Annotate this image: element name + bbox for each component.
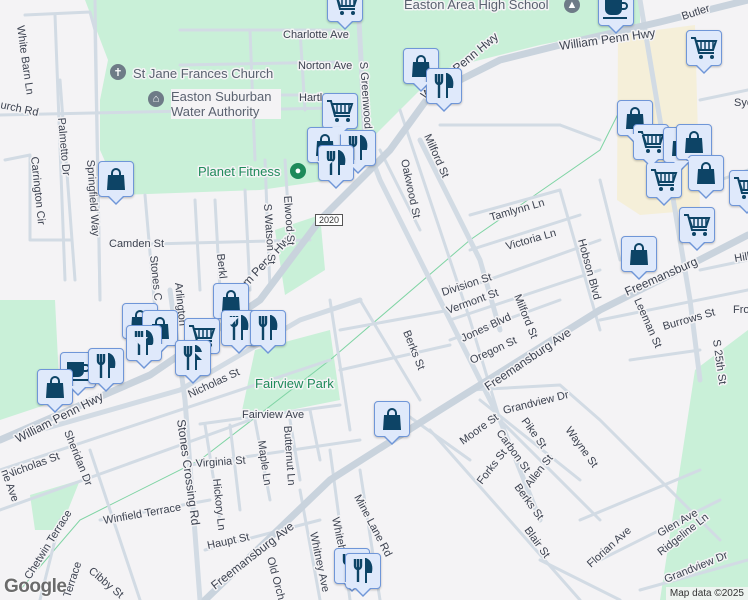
street-label: Cibby St <box>86 565 126 600</box>
shopping-bag-icon <box>628 242 650 266</box>
poi-label-water-authority[interactable]: Easton Suburban Water Authority <box>171 89 281 119</box>
street-label: Winfield Terrace <box>102 501 182 526</box>
shopping-cart-icon <box>326 99 354 123</box>
restaurant-icon <box>352 558 374 584</box>
street-label: Stones C <box>147 255 164 301</box>
street-label: Blair St <box>522 525 553 561</box>
street-label: Maple Ln <box>255 440 273 486</box>
map-marker-cart[interactable] <box>322 93 358 137</box>
restaurant-icon <box>433 73 455 99</box>
street-label: Fairview Ave <box>242 409 304 421</box>
street-label: Charlotte Ave <box>283 29 349 41</box>
street-label: Hill <box>733 250 748 264</box>
street-label: Old Orcha <box>264 556 289 600</box>
street-label: Palmetto Dr <box>55 117 72 176</box>
street-label: Wayne St <box>563 425 600 470</box>
street-label: Virginia St <box>195 455 246 470</box>
street-label: Hartl <box>299 92 322 104</box>
google-logo[interactable]: Google <box>4 576 67 598</box>
map-marker-bag[interactable] <box>98 161 134 205</box>
map-marker-bag[interactable] <box>37 369 73 413</box>
poi-label-high-school[interactable]: Easton Area High School <box>403 0 551 14</box>
shopping-cart-icon <box>733 176 748 200</box>
street-label: Hickory Ln <box>210 478 227 531</box>
map-marker-restaurant[interactable] <box>88 348 124 392</box>
street-label: Syc <box>734 97 748 109</box>
street-label: Whitney Ave <box>307 531 331 593</box>
government-building-icon[interactable]: ⌂ <box>148 91 164 107</box>
map-marker-restaurant[interactable] <box>426 68 462 112</box>
street-label: Whiteh <box>329 516 348 552</box>
street-label: Sheridan Dr <box>61 429 94 488</box>
shopping-bag-icon <box>44 375 66 399</box>
street-label: Moore St <box>458 411 501 447</box>
restaurant-icon <box>257 315 279 341</box>
coffee-cup-icon <box>602 0 630 20</box>
street-label: Camden St <box>109 238 164 250</box>
map-marker-bag[interactable] <box>374 401 410 445</box>
map-marker-coffee[interactable] <box>598 0 634 34</box>
street-label: Fro <box>733 304 748 316</box>
shopping-cart-icon <box>683 213 711 237</box>
street-label: Berkl <box>214 253 229 279</box>
map-marker-cart[interactable] <box>686 30 722 74</box>
street-label: Leeman St <box>631 296 664 349</box>
shopping-bag-icon <box>381 407 403 431</box>
map-marker-cart[interactable] <box>327 0 363 30</box>
route-shield-2020: 2020 <box>315 214 344 226</box>
street-label: Haupt St <box>206 531 250 552</box>
street-label: Grandview Dr <box>502 389 570 417</box>
map-attribution[interactable]: Map data ©2025 <box>665 587 748 600</box>
shopping-cart-icon <box>331 0 359 16</box>
map-marker-cart[interactable] <box>679 207 715 251</box>
street-label: White Barn Ln <box>14 25 36 96</box>
place-pin-icon[interactable]: ● <box>290 163 306 179</box>
street-label: Butler <box>680 2 711 22</box>
shopping-cart-icon <box>690 36 718 60</box>
shopping-bag-icon <box>105 167 127 191</box>
map-marker-bag[interactable] <box>621 236 657 280</box>
poi-label-fitness[interactable]: Planet Fitness <box>197 163 283 181</box>
map-marker-restaurant[interactable] <box>250 310 286 354</box>
shopping-cart-icon <box>650 168 678 192</box>
street-label: Forks St <box>475 447 510 487</box>
map-canvas[interactable]: William Penn Hwy William Penn Hwy Willia… <box>0 0 748 600</box>
street-label: Butternut Ln <box>281 425 297 486</box>
poi-label-church[interactable]: St Jane Frances Church <box>132 65 275 83</box>
church-icon[interactable]: ✝ <box>110 64 126 80</box>
restaurant-icon <box>95 353 117 379</box>
street-label: Norton Ave <box>298 60 352 72</box>
shopping-bag-icon <box>683 130 705 154</box>
map-marker-cart[interactable] <box>729 170 748 214</box>
poi-label-fairview-park[interactable]: Fairview Park <box>254 375 336 393</box>
